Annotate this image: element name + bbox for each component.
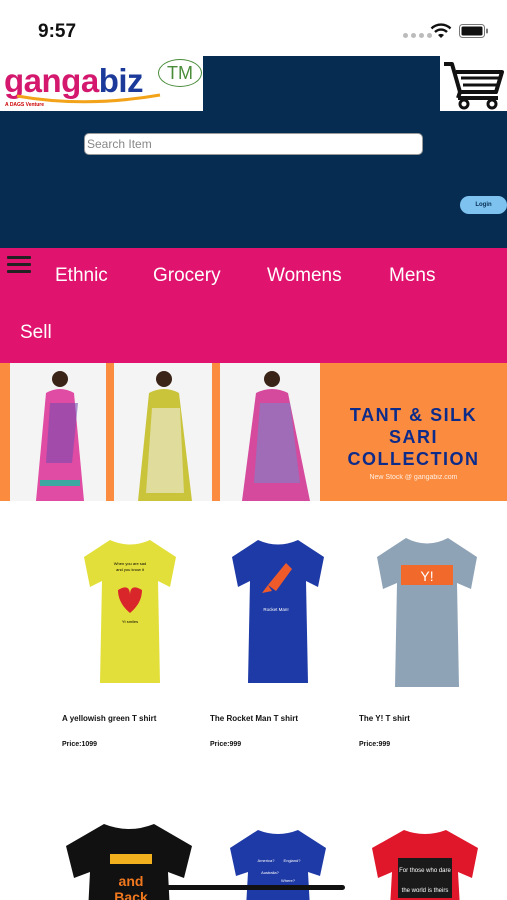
svg-text:Where?: Where? [281,878,296,883]
banner-image-green-sari [114,363,212,501]
search-input[interactable] [84,133,423,155]
product-price: Price:999 [359,741,391,748]
product-name[interactable]: A yellowish green T shirt [62,714,156,723]
nav-item-womens[interactable]: Womens [267,265,342,287]
svg-text:Back: Back [114,889,148,900]
product-card[interactable]: When you are sad and you know it Yt smil… [80,535,220,690]
svg-text:and: and [119,873,144,889]
status-time: 9:57 [38,21,77,42]
banner-subtext: New Stock @ gangabiz.com [369,474,458,481]
banner-image-pink-sari [10,363,106,501]
signal-dots-icon [403,33,432,38]
svg-text:the world is theirs: the world is theirs [402,888,449,894]
product-image-rocket-tshirt: Rocket Man! [232,540,324,683]
banner-image-magenta-sari [220,363,320,501]
product-name[interactable]: The Y! T shirt [359,714,410,723]
banner-edge [0,363,10,501]
battery-icon [459,24,488,38]
login-button[interactable]: Login [460,196,507,214]
svg-text:America?: America? [258,858,276,863]
shopping-cart-icon [444,62,504,110]
logo-trademark: TM [158,59,202,87]
svg-text:and you know it: and you know it [116,567,145,572]
svg-text:England?: England? [284,858,302,863]
banner-line-1: TANT & SILK [349,405,478,425]
product-price: Price:999 [210,741,242,748]
banner-divider [212,363,220,501]
product-image-red-tshirt: For those who dare the world is theirs [372,830,478,900]
svg-text:When you are sad: When you are sad [114,561,146,566]
svg-text:Yt smiles: Yt smiles [122,619,138,624]
home-indicator[interactable] [165,885,345,890]
nav-item-grocery[interactable]: Grocery [153,265,221,287]
wifi-icon [430,23,452,38]
svg-text:For those who dare: For those who dare [399,868,451,874]
svg-text:Australia?: Australia? [261,870,280,875]
svg-text:Rocket Man!: Rocket Man! [263,607,288,612]
nav-item-sell[interactable]: Sell [20,322,52,344]
svg-text:Y!: Y! [420,568,433,584]
logo-tagline: A DAGS Venture [5,102,44,108]
product-name[interactable]: The Rocket Man T shirt [210,714,298,723]
status-bar: 9:57 [0,0,507,56]
banner-text-panel: TANT & SILK SARI COLLECTION New Stock @ … [320,363,507,501]
banner-line-2: SARI [388,427,438,447]
product-image-y-tshirt: Y! [377,538,477,687]
product-card[interactable]: Rocket Man! [228,535,368,690]
banner-line-3: COLLECTION [347,449,480,469]
nav-item-mens[interactable]: Mens [389,265,435,287]
product-price: Price:1099 [62,741,98,748]
product-card[interactable]: For those who dare the world is theirs [370,828,507,900]
hamburger-menu-icon[interactable] [7,256,31,274]
brand-logo[interactable]: gangabiz TM A DAGS Venture [0,56,203,111]
banner-divider [106,363,114,501]
product-image-yellow-tshirt: When you are sad and you know it Yt smil… [84,540,176,683]
product-card[interactable]: Y! [373,533,507,688]
cart-button[interactable] [440,56,507,111]
nav-item-ethnic[interactable]: Ethnic [55,265,108,287]
